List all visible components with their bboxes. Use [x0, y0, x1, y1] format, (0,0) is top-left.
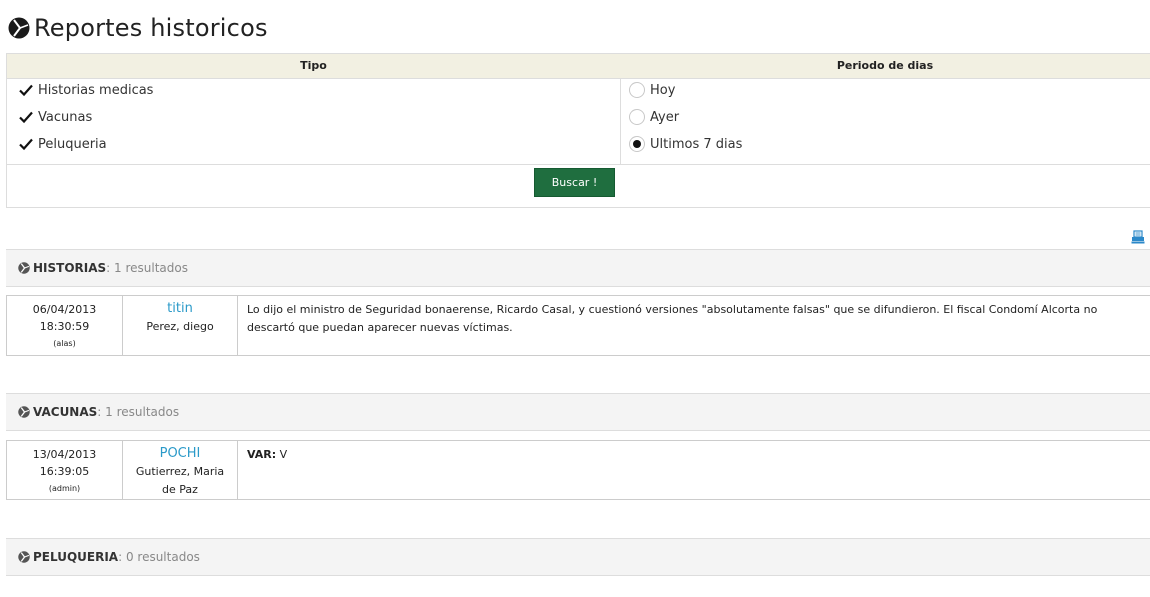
periodo-option-label: Ultimos 7 dias	[650, 136, 743, 152]
result-detail-text: V	[276, 448, 288, 461]
tipo-option-vacunas[interactable]: Vacunas	[18, 106, 92, 128]
result-time: 16:39:05	[39, 465, 90, 478]
result-row: 13/04/2013 16:39:05 (admin) POCHI Gutier…	[6, 440, 1150, 500]
result-datetime-cell: 06/04/2013 18:30:59 (alas)	[7, 296, 123, 355]
result-detail-cell: VAR: V	[238, 441, 1150, 499]
tipo-option-label: Historias medicas	[38, 82, 154, 98]
section-header-historias: HISTORIAS: 1 resultados	[6, 249, 1150, 287]
periodo-option-label: Ayer	[650, 109, 680, 125]
result-row: 06/04/2013 18:30:59 (alas) titin Perez, …	[6, 295, 1150, 356]
pet-link[interactable]: POCHI	[123, 445, 237, 463]
checkbox-checked-icon[interactable]	[18, 136, 34, 152]
section-header-vacunas: VACUNAS: 1 resultados	[6, 393, 1150, 431]
tipo-option-label: Vacunas	[38, 109, 93, 125]
periodo-option-hoy[interactable]: Hoy	[629, 79, 675, 101]
section-name: PELUQUERIA	[33, 550, 119, 564]
result-detail-label: VAR:	[247, 448, 277, 461]
section-name: VACUNAS	[33, 405, 98, 419]
radio-unselected-icon[interactable]	[629, 82, 645, 98]
row-divider	[7, 164, 1150, 165]
result-datetime-cell: 13/04/2013 16:39:05 (admin)	[7, 441, 123, 499]
radio-unselected-icon[interactable]	[629, 109, 645, 125]
result-date: 06/04/2013	[32, 303, 97, 316]
result-time: 18:30:59	[39, 320, 90, 333]
result-detail-cell: Lo dijo el ministro de Seguridad bonaere…	[238, 296, 1150, 355]
owner-name: Perez, diego	[146, 320, 214, 333]
periodo-option-ayer[interactable]: Ayer	[629, 106, 679, 128]
pet-link[interactable]: titin	[123, 300, 237, 318]
section-count: : 0 resultados	[118, 550, 200, 564]
periodo-option-ultimos-7-dias[interactable]: Ultimos 7 dias	[629, 133, 742, 155]
section-logo-icon	[18, 406, 30, 418]
section-logo-icon	[18, 551, 30, 563]
page-header: Reportes historicos	[8, 14, 268, 42]
search-button[interactable]: Buscar !	[534, 168, 615, 197]
result-user: (admin)	[48, 484, 81, 493]
result-date: 13/04/2013	[32, 448, 97, 461]
periodo-column-header: Periodo de dias	[620, 54, 1150, 79]
tipo-option-historias[interactable]: Historias medicas	[18, 79, 153, 101]
owner-name: Gutierrez, Maria de Paz	[135, 465, 225, 496]
periodo-option-label: Hoy	[650, 82, 676, 98]
column-divider	[620, 78, 621, 164]
section-logo-icon	[18, 262, 30, 274]
tipo-column-header: Tipo	[7, 54, 621, 79]
checkbox-checked-icon[interactable]	[18, 109, 34, 125]
print-icon[interactable]	[1131, 229, 1145, 244]
section-name: HISTORIAS	[33, 261, 107, 275]
tipo-option-peluqueria[interactable]: Peluqueria	[18, 133, 107, 155]
result-pet-cell: POCHI Gutierrez, Maria de Paz	[123, 441, 238, 499]
tipo-option-label: Peluqueria	[38, 136, 107, 152]
section-count: : 1 resultados	[97, 405, 180, 419]
result-detail-text: Lo dijo el ministro de Seguridad bonaere…	[247, 303, 1098, 334]
filter-panel: Tipo Periodo de dias Historias medicas V…	[6, 53, 1150, 208]
section-header-peluqueria: PELUQUERIA: 0 resultados	[6, 538, 1150, 576]
radio-selected-icon[interactable]	[629, 136, 645, 152]
app-logo-icon	[8, 17, 30, 39]
result-pet-cell: titin Perez, diego	[123, 296, 238, 355]
section-count: : 1 resultados	[106, 261, 188, 275]
result-user: (alas)	[53, 339, 76, 348]
checkbox-checked-icon[interactable]	[18, 82, 34, 98]
page-title: Reportes historicos	[34, 14, 268, 42]
